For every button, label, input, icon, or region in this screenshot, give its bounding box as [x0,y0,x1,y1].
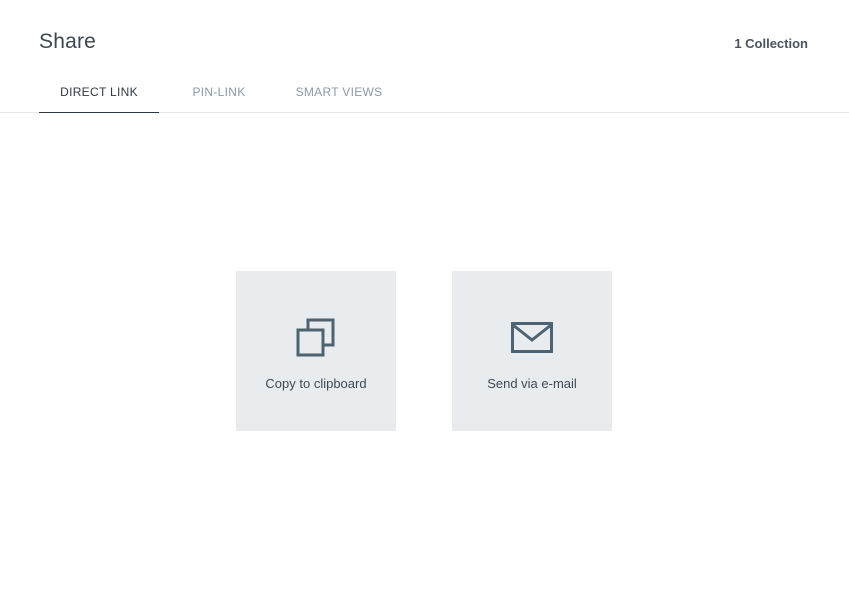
share-options: Copy to clipboard Send via e-mail [236,271,612,431]
share-dialog: Share 1 Collection DIRECT LINK PIN-LINK … [0,0,849,600]
copy-to-clipboard-label: Copy to clipboard [265,376,367,391]
copy-to-clipboard-button[interactable]: Copy to clipboard [236,271,396,431]
tab-pin-link[interactable]: PIN-LINK [159,72,279,112]
share-header: Share 1 Collection DIRECT LINK PIN-LINK … [0,0,849,113]
page-title: Share [39,30,97,53]
send-via-email-label: Send via e-mail [487,376,577,391]
send-via-email-button[interactable]: Send via e-mail [452,271,612,431]
copy-icon [295,318,337,358]
tab-smart-views[interactable]: SMART VIEWS [279,72,399,112]
collection-count: 1 Collection [734,36,808,51]
tab-direct-link[interactable]: DIRECT LINK [39,72,159,113]
envelope-icon [511,318,553,358]
tab-bar: DIRECT LINK PIN-LINK SMART VIEWS [39,72,399,113]
